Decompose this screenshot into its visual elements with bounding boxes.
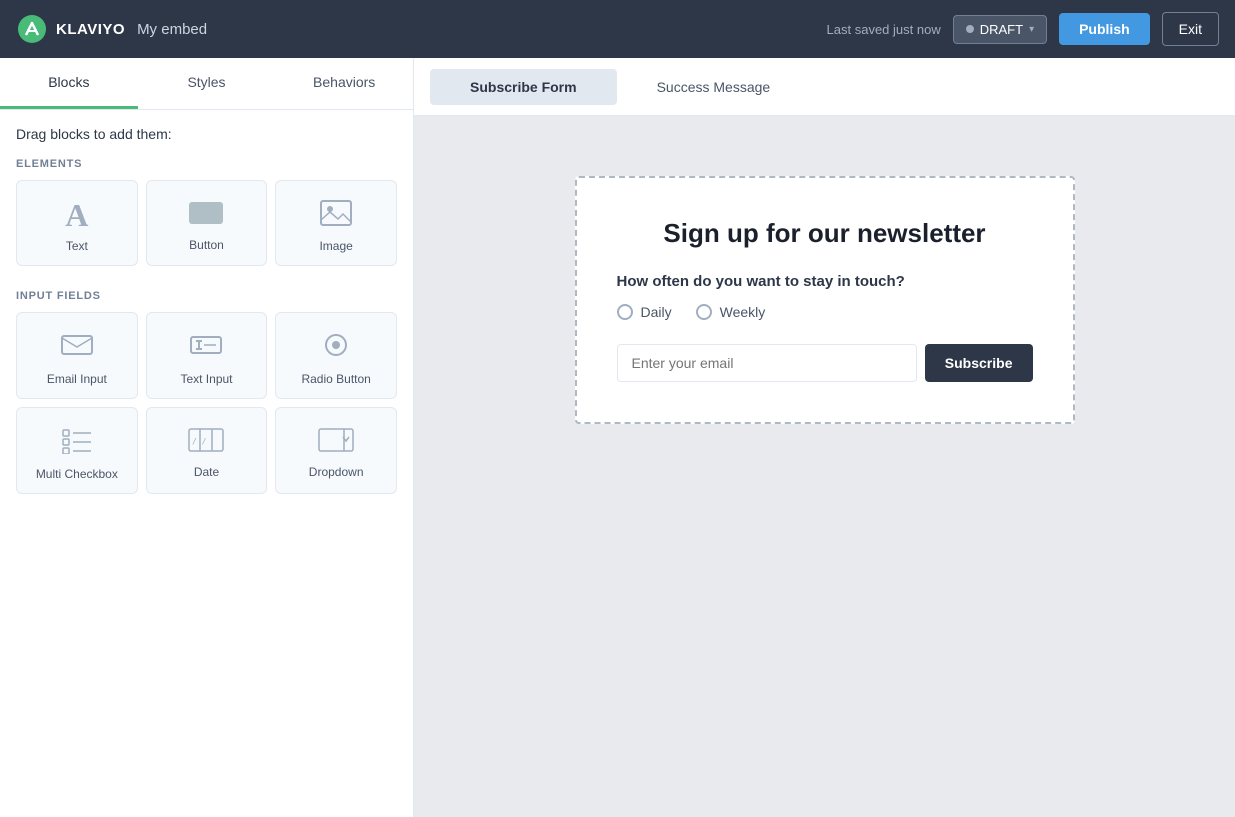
multi-checkbox-icon <box>61 426 93 459</box>
sidebar-tab-behaviors[interactable]: Behaviors <box>275 58 413 109</box>
block-date[interactable]: / / Date <box>146 407 268 494</box>
radio-group: Daily Weekly <box>617 304 1033 320</box>
logo-wrap: KLAVIYO <box>16 13 125 45</box>
block-dropdown-label: Dropdown <box>309 465 364 479</box>
draft-status-dot <box>966 25 974 33</box>
draft-button[interactable]: DRAFT ▾ <box>953 15 1047 44</box>
radio-weekly[interactable]: Weekly <box>696 304 766 320</box>
form-question: How often do you want to stay in touch? <box>617 273 1033 290</box>
image-icon <box>320 200 352 231</box>
email-input[interactable] <box>617 344 917 382</box>
form-title: Sign up for our newsletter <box>617 218 1033 249</box>
embed-title: My embed <box>137 21 207 38</box>
block-email-label: Email Input <box>47 372 107 386</box>
block-image[interactable]: Image <box>275 180 397 266</box>
email-row: Subscribe <box>617 344 1033 382</box>
email-input-icon <box>61 331 93 364</box>
canvas: Subscribe Form Success Message Sign up f… <box>414 58 1235 817</box>
block-text-input-label: Text Input <box>180 372 232 386</box>
block-text-input[interactable]: Text Input <box>146 312 268 399</box>
sidebar-tabs: Blocks Styles Behaviors <box>0 58 413 110</box>
klaviyo-logo-text: KLAVIYO <box>56 21 125 38</box>
radio-weekly-label: Weekly <box>720 304 766 320</box>
exit-button[interactable]: Exit <box>1162 12 1219 46</box>
text-icon: A <box>65 199 88 231</box>
topnav: KLAVIYO My embed Last saved just now DRA… <box>0 0 1235 58</box>
canvas-tabs: Subscribe Form Success Message <box>414 58 1235 116</box>
date-icon: / / <box>188 428 224 457</box>
form-preview: Sign up for our newsletter How often do … <box>575 176 1075 424</box>
sidebar-tab-blocks[interactable]: Blocks <box>0 58 138 109</box>
block-multi-checkbox[interactable]: Multi Checkbox <box>16 407 138 494</box>
input-fields-label: INPUT FIELDS <box>16 290 397 302</box>
text-input-icon <box>190 331 222 364</box>
block-button-label: Button <box>189 238 224 252</box>
canvas-area: Sign up for our newsletter How often do … <box>414 116 1235 817</box>
klaviyo-logo-icon <box>16 13 48 45</box>
block-multi-checkbox-label: Multi Checkbox <box>36 467 118 481</box>
elements-grid: A Text Button <box>16 180 397 266</box>
topnav-left: KLAVIYO My embed <box>16 13 207 45</box>
block-radio-label: Radio Button <box>301 372 370 386</box>
draft-label: DRAFT <box>980 22 1023 37</box>
svg-text:/ /: / / <box>192 437 207 446</box>
topnav-right: Last saved just now DRAFT ▾ Publish Exit <box>827 12 1219 46</box>
drag-hint: Drag blocks to add them: <box>16 126 397 142</box>
block-radio-button[interactable]: Radio Button <box>275 312 397 399</box>
canvas-tab-subscribe-form[interactable]: Subscribe Form <box>430 69 617 105</box>
sidebar-content: Drag blocks to add them: ELEMENTS A Text… <box>0 110 413 534</box>
publish-button[interactable]: Publish <box>1059 13 1150 45</box>
input-fields-grid: Email Input Text Input <box>16 312 397 494</box>
block-text-label: Text <box>66 239 88 253</box>
subscribe-button[interactable]: Subscribe <box>925 344 1033 382</box>
radio-circle-weekly <box>696 304 712 320</box>
radio-button-icon <box>320 331 352 364</box>
block-text[interactable]: A Text <box>16 180 138 266</box>
main-layout: Blocks Styles Behaviors Drag blocks to a… <box>0 58 1235 817</box>
block-button[interactable]: Button <box>146 180 268 266</box>
button-icon <box>188 201 224 230</box>
canvas-tab-success-message[interactable]: Success Message <box>617 69 811 105</box>
radio-daily-label: Daily <box>641 304 672 320</box>
radio-daily[interactable]: Daily <box>617 304 672 320</box>
radio-circle-daily <box>617 304 633 320</box>
block-email-input[interactable]: Email Input <box>16 312 138 399</box>
elements-label: ELEMENTS <box>16 158 397 170</box>
draft-chevron-icon: ▾ <box>1029 24 1034 35</box>
sidebar: Blocks Styles Behaviors Drag blocks to a… <box>0 58 414 817</box>
block-image-label: Image <box>319 239 352 253</box>
dropdown-icon <box>318 428 354 457</box>
sidebar-tab-styles[interactable]: Styles <box>138 58 276 109</box>
block-dropdown[interactable]: Dropdown <box>275 407 397 494</box>
last-saved-text: Last saved just now <box>827 22 941 37</box>
block-date-label: Date <box>194 465 219 479</box>
